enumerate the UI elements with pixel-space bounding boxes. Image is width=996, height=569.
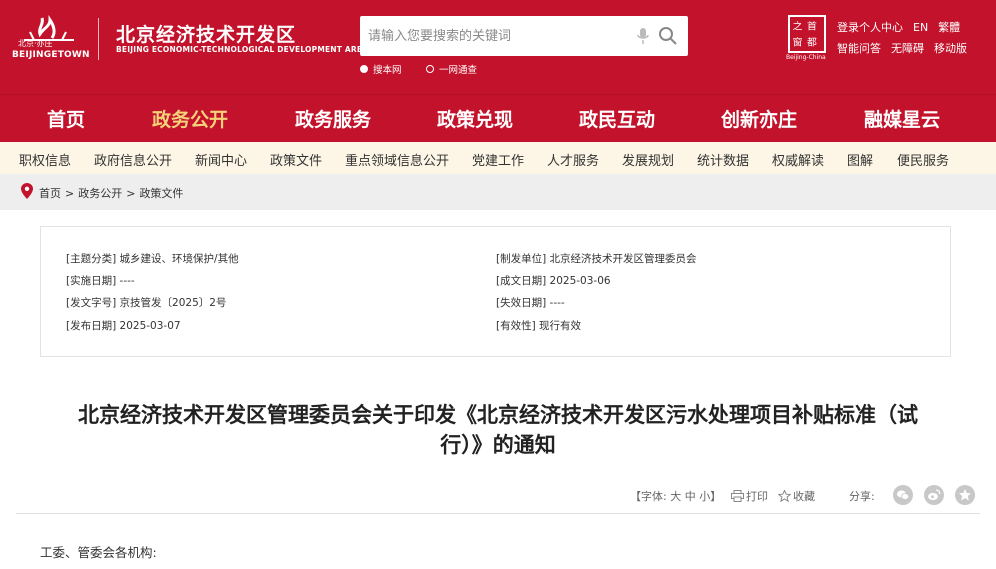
wechat-icon — [897, 490, 910, 500]
subnav-public-services[interactable]: 便民服务 — [897, 150, 949, 169]
subnav-planning[interactable]: 发展规划 — [622, 150, 674, 169]
article-opening: 工委、管委会各机构: — [40, 545, 157, 560]
site-name: 北京经济技术开发区 — [116, 24, 297, 46]
scope-unified-search[interactable]: 一网通查 — [426, 62, 477, 76]
search-box — [360, 16, 688, 56]
meta-effective-date: [实施日期] ---- — [66, 275, 135, 287]
scope-this-site[interactable]: 搜本网 — [360, 62, 402, 76]
scope-unified-search-label: 一网通查 — [439, 65, 478, 76]
subnav-statistics[interactable]: 统计数据 — [697, 150, 749, 169]
capital-subtitle: Beijing-China — [786, 54, 826, 61]
meta-issuer: [制发单位] 北京经济技术开发区管理委员会 — [496, 253, 697, 265]
subnav-key-areas[interactable]: 重点领域信息公开 — [345, 150, 449, 169]
nav-media[interactable]: 融媒星云 — [864, 105, 940, 132]
nav-innovation[interactable]: 创新亦庄 — [721, 105, 797, 132]
weibo-share-button[interactable] — [924, 485, 944, 505]
breadcrumb-bar: 首页 > 政务公开 > 政策文件 — [0, 174, 996, 210]
meta-publish-date: [发布日期] 2025-03-07 — [66, 320, 181, 332]
nav-home[interactable]: 首页 — [47, 105, 85, 132]
capital-char-4: 窗 — [793, 36, 803, 49]
font-size-tools: 【字体: 大 中 小】 — [630, 488, 721, 504]
sub-nav: 职权信息 政府信息公开 新闻中心 政策文件 重点领域信息公开 党建工作 人才服务… — [0, 142, 996, 174]
site-name-english: BEIJING ECONOMIC-TECHNOLOGICAL DEVELOPME… — [116, 45, 369, 54]
radio-unchecked-icon — [426, 65, 434, 73]
breadcrumb-home[interactable]: 首页 — [39, 187, 61, 200]
user-center-link[interactable]: 个人中心 — [859, 21, 903, 34]
nav-policy-redeem[interactable]: 政策兑现 — [437, 105, 513, 132]
search-icon[interactable] — [658, 26, 678, 46]
meta-subject: [主题分类] 城乡建设、环境保护/其他 — [66, 253, 239, 265]
star-outline-icon — [778, 490, 791, 502]
smart-qa-link[interactable]: 智能问答 — [837, 42, 881, 55]
article-title: 北京经济技术开发区管理委员会关于印发《北京经济技术开发区污水处理项目补贴标准（试… — [20, 400, 976, 460]
font-size-end: 】 — [710, 490, 722, 503]
mobile-link[interactable]: 移动版 — [934, 42, 967, 55]
breadcrumb-policy-docs[interactable]: 政策文件 — [139, 187, 183, 200]
subnav-news[interactable]: 新闻中心 — [195, 150, 247, 169]
wechat-share-button[interactable] — [893, 485, 913, 505]
article-title-line-2: 行）》的通知 — [440, 433, 556, 457]
star-share-button[interactable] — [955, 485, 975, 505]
breadcrumb: 首页 > 政务公开 > 政策文件 — [39, 185, 183, 201]
location-pin-icon — [21, 183, 33, 199]
breadcrumb-gov-affairs[interactable]: 政务公开 — [78, 187, 122, 200]
nav-gov-affairs[interactable]: 政务公开 — [152, 105, 228, 132]
logo-subtitle: 北京·亦庄 — [18, 39, 53, 48]
english-link[interactable]: EN — [913, 21, 928, 34]
capital-window-logo[interactable]: 之 首 都 窗 — [788, 15, 826, 53]
capital-char-1: 之 — [793, 20, 803, 33]
meta-written-date: [成文日期] 2025-03-06 — [496, 275, 611, 287]
main-nav: 首页 政务公开 政务服务 政策兑现 政民互动 创新亦庄 融媒星云 — [0, 94, 996, 142]
login-link[interactable]: 登录 — [837, 21, 859, 34]
traditional-chinese-link[interactable]: 繁體 — [938, 21, 960, 34]
subnav-policy-docs[interactable]: 政策文件 — [270, 150, 322, 169]
subnav-interpretation[interactable]: 权威解读 — [772, 150, 824, 169]
font-size-large[interactable]: 大 — [670, 490, 681, 503]
font-size-medium[interactable]: 中 — [685, 490, 696, 503]
font-size-small[interactable]: 小 — [699, 490, 710, 503]
scope-this-site-label: 搜本网 — [373, 65, 402, 76]
divider — [16, 513, 980, 514]
print-label: 打印 — [746, 490, 768, 503]
subnav-party[interactable]: 党建工作 — [472, 150, 524, 169]
subnav-info-disclosure[interactable]: 政府信息公开 — [94, 150, 172, 169]
breadcrumb-separator: > — [126, 187, 136, 200]
accessibility-link[interactable]: 无障碍 — [891, 42, 924, 55]
search-input[interactable] — [368, 25, 628, 47]
meta-validity: [有效性] 现行有效 — [496, 320, 582, 332]
printer-icon — [731, 490, 744, 502]
article-title-line-1: 北京经济技术开发区管理委员会关于印发《北京经济技术开发区污水处理项目补贴标准（试 — [78, 403, 918, 427]
site-header: 北京·亦庄 BEIJINGETOWN 北京经济技术开发区 BEIJING ECO… — [0, 0, 996, 94]
star-icon — [959, 489, 971, 501]
font-size-label: 【字体: — [630, 490, 667, 503]
weibo-icon — [928, 489, 941, 501]
document-meta-box: [主题分类] 城乡建设、环境保护/其他 [实施日期] ---- [发文字号] 京… — [40, 226, 951, 357]
favorite-button[interactable]: 收藏 — [778, 488, 815, 504]
share-label: 分享: — [849, 490, 875, 503]
logo-english: BEIJINGETOWN — [12, 50, 90, 60]
meta-expiry-date: [失效日期] ---- — [496, 297, 565, 309]
breadcrumb-separator: > — [65, 187, 75, 200]
meta-doc-number: [发文字号] 京技管发〔2025〕2号 — [66, 297, 227, 309]
subnav-graphics[interactable]: 图解 — [847, 150, 873, 169]
subnav-talent[interactable]: 人才服务 — [547, 150, 599, 169]
subnav-authority[interactable]: 职权信息 — [19, 150, 71, 169]
favorite-label: 收藏 — [793, 490, 815, 503]
microphone-icon[interactable] — [636, 27, 650, 45]
top-links: 登录个人中心 EN 繁體 智能问答 无障碍 移动版 — [837, 17, 977, 59]
capital-char-3: 都 — [807, 37, 817, 49]
logo-divider — [98, 18, 99, 60]
radio-checked-icon — [360, 65, 368, 73]
print-button[interactable]: 打印 — [731, 488, 768, 504]
nav-interaction[interactable]: 政民互动 — [579, 105, 655, 132]
capital-char-2: 首 — [807, 20, 817, 33]
nav-gov-services[interactable]: 政务服务 — [295, 105, 371, 132]
